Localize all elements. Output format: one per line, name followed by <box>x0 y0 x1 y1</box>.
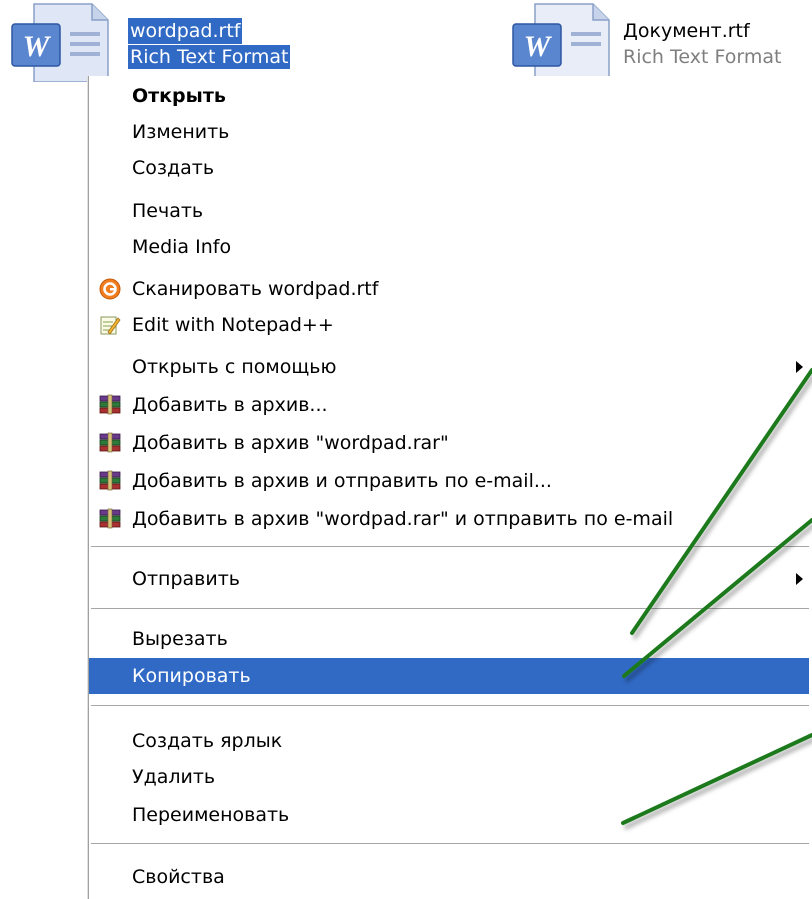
menu-item-label: Добавить в архив и отправить по e-mail..… <box>132 470 552 492</box>
menu-item-new[interactable]: Создать <box>89 150 809 186</box>
menu-item-label: Открыть с помощью <box>132 356 337 378</box>
winrar-icon <box>99 508 121 530</box>
menu-item-print[interactable]: Печать <box>89 193 809 229</box>
svg-text:W: W <box>524 30 553 63</box>
menu-item-label: Создать <box>132 157 215 179</box>
submenu-arrow-icon <box>796 361 803 373</box>
menu-item-label: Edit with Notepad++ <box>132 314 334 336</box>
menu-item-label: Открыть <box>132 85 226 107</box>
file-name: wordpad.rtf <box>128 18 243 44</box>
context-menu: Открыть Изменить Создать Печать Media In… <box>88 76 812 899</box>
menu-item-cut[interactable]: Вырезать <box>89 621 809 657</box>
menu-item-create-shortcut[interactable]: Создать ярлык <box>89 723 809 759</box>
menu-item-label: Создать ярлык <box>132 730 283 752</box>
menu-item-send-to[interactable]: Отправить <box>89 561 809 597</box>
menu-item-edit[interactable]: Изменить <box>89 114 809 150</box>
menu-item-copy[interactable]: Копировать <box>89 658 809 694</box>
menu-item-label: Добавить в архив "wordpad.rar" и отправи… <box>132 508 674 530</box>
file-name: Документ.rtf <box>623 20 750 42</box>
menu-item-media-info[interactable]: Media Info <box>89 229 809 265</box>
submenu-arrow-icon <box>796 573 803 585</box>
menu-item-add-archive-email[interactable]: Добавить в архив и отправить по e-mail..… <box>89 463 809 499</box>
word-document-icon: W <box>4 2 114 82</box>
menu-item-label: Сканировать wordpad.rtf <box>132 278 379 300</box>
menu-item-add-archive[interactable]: Добавить в архив... <box>89 387 809 423</box>
menu-item-label: Добавить в архив "wordpad.rar" <box>132 432 449 454</box>
menu-item-label: Переименовать <box>132 804 290 826</box>
menu-item-properties[interactable]: Свойства <box>89 859 809 895</box>
menu-item-label: Вырезать <box>132 628 228 650</box>
menu-item-delete[interactable]: Удалить <box>89 759 809 795</box>
menu-item-label: Свойства <box>132 866 225 888</box>
menu-item-open-with[interactable]: Открыть с помощью <box>89 349 809 385</box>
menu-item-edit-notepad[interactable]: Edit with Notepad++ <box>89 307 809 343</box>
file-wordpad-rtf[interactable]: W wordpad.rtf Rich Text Format <box>0 0 320 82</box>
menu-separator <box>91 705 809 707</box>
menu-item-add-archive-rar-email[interactable]: Добавить в архив "wordpad.rar" и отправи… <box>89 501 809 537</box>
menu-separator <box>91 843 809 845</box>
menu-item-label: Media Info <box>132 236 232 258</box>
menu-item-label: Добавить в архив... <box>132 394 328 416</box>
antivirus-scan-icon <box>99 278 121 300</box>
menu-item-scan[interactable]: Сканировать wordpad.rtf <box>89 271 809 307</box>
menu-item-open[interactable]: Открыть <box>89 78 809 114</box>
menu-item-add-archive-rar[interactable]: Добавить в архив "wordpad.rar" <box>89 425 809 461</box>
menu-item-label: Удалить <box>132 766 216 788</box>
notepad-plus-plus-icon <box>99 314 121 336</box>
menu-item-rename[interactable]: Переименовать <box>89 797 809 833</box>
winrar-icon <box>99 470 121 492</box>
menu-item-label: Печать <box>132 200 204 222</box>
file-dokument-rtf[interactable]: W Документ.rtf Rich Text Format <box>505 0 812 82</box>
winrar-icon <box>99 394 121 416</box>
svg-text:W: W <box>23 30 52 63</box>
winrar-icon <box>99 432 121 454</box>
menu-item-label: Изменить <box>132 121 230 143</box>
file-type: Rich Text Format <box>128 45 291 69</box>
menu-item-label: Отправить <box>132 568 240 590</box>
menu-separator <box>91 608 809 610</box>
menu-separator <box>91 546 809 548</box>
menu-item-label: Копировать <box>132 665 251 687</box>
file-type: Rich Text Format <box>623 46 782 68</box>
word-document-icon: W <box>505 2 615 82</box>
